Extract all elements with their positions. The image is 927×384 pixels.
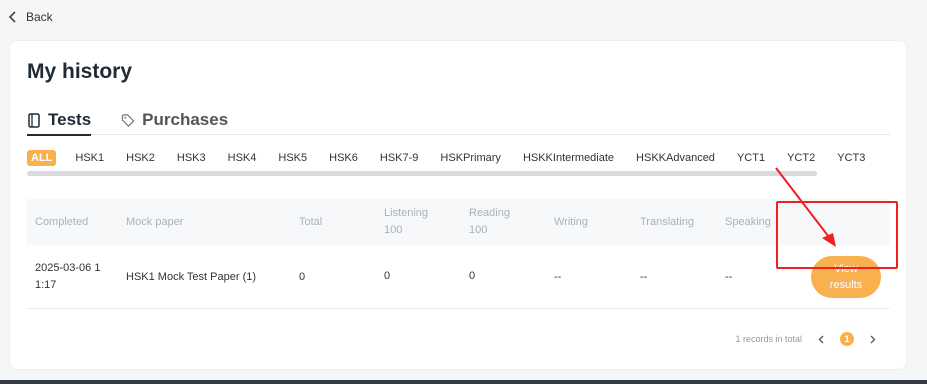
level-filter-hsk7-9[interactable]: HSK7-9: [369, 152, 430, 164]
header-speaking: Speaking: [725, 216, 771, 228]
header-reading-label: Reading: [469, 207, 510, 219]
view-results-label-line2: results: [829, 278, 863, 291]
level-filter-hskkintermediate[interactable]: HSKKIntermediate: [512, 152, 625, 164]
level-filter-hsk4[interactable]: HSK4: [217, 152, 268, 164]
level-filter-hsk1[interactable]: HSK1: [64, 152, 115, 164]
header-writing: Writing: [554, 216, 589, 228]
level-filter-yct1[interactable]: YCT1: [726, 152, 776, 164]
back-label: Back: [26, 10, 53, 24]
pagination: 1 records in total 1: [735, 332, 880, 346]
cell-reading: 0: [469, 270, 476, 282]
cell-writing: --: [554, 270, 562, 283]
page-title: My history: [27, 60, 133, 83]
bottom-edge: [0, 380, 927, 384]
cell-completed-line1: 2025-03-06 1: [35, 261, 101, 274]
tab-bar: Tests Purchases: [27, 105, 890, 136]
header-reading: Reading 100: [461, 205, 546, 239]
cell-action: View results: [802, 255, 890, 298]
history-card: My history Tests Purchases ALL HSK1 HSK2…: [9, 40, 907, 370]
header-completed: Completed: [35, 215, 89, 228]
tab-tests-label: Tests: [48, 110, 92, 129]
cell-completed: 2025-03-06 1 1:17: [27, 260, 118, 294]
header-total: Total: [299, 216, 323, 228]
table-row: 2025-03-06 1 1:17 HSK1 Mock Test Paper (…: [27, 245, 890, 309]
back-button[interactable]: Back: [8, 10, 53, 24]
header-mock-paper: Mock paper: [126, 216, 184, 228]
level-filter-yct2[interactable]: YCT2: [776, 152, 826, 164]
level-filter-hsk2[interactable]: HSK2: [115, 152, 166, 164]
cell-listening: 0: [384, 270, 391, 282]
cell-translating: --: [640, 270, 648, 283]
level-filter-hsk3[interactable]: HSK3: [166, 152, 217, 164]
cell-completed-line2: 1:17: [35, 278, 57, 291]
level-filter-hsk6[interactable]: HSK6: [318, 152, 369, 164]
header-translating: Translating: [640, 216, 695, 228]
level-filter-scrollbar[interactable]: [27, 171, 817, 176]
tag-icon: [121, 113, 135, 127]
cell-mock-paper: HSK1 Mock Test Paper (1): [126, 270, 257, 283]
next-page-button[interactable]: [866, 332, 880, 346]
page-number[interactable]: 1: [840, 332, 854, 346]
view-results-button[interactable]: View results: [811, 255, 881, 298]
cell-total: 0: [299, 270, 306, 283]
header-listening-max: 100: [384, 224, 403, 236]
level-filter-bar: ALL HSK1 HSK2 HSK3 HSK4 HSK5 HSK6 HSK7-9…: [27, 149, 890, 167]
header-listening-label: Listening: [384, 207, 429, 219]
level-filter-hsk5[interactable]: HSK5: [267, 152, 318, 164]
header-listening: Listening 100: [376, 205, 461, 239]
tab-purchases[interactable]: Purchases: [121, 105, 228, 135]
chevron-right-icon: [870, 335, 876, 343]
level-filter-hskkadvanced[interactable]: HSKKAdvanced: [625, 152, 726, 164]
records-total: 1 records in total: [735, 334, 802, 344]
prev-page-button[interactable]: [814, 332, 828, 346]
header-reading-max: 100: [469, 224, 488, 236]
chevron-left-icon: [8, 11, 16, 23]
level-filter-hskprimary[interactable]: HSKPrimary: [429, 152, 512, 164]
table-header: Completed Mock paper Total Listening 100…: [27, 199, 890, 245]
history-table: Completed Mock paper Total Listening 100…: [27, 199, 890, 309]
level-filter-yct3[interactable]: YCT3: [826, 152, 876, 164]
level-filter-all[interactable]: ALL: [27, 150, 57, 166]
book-icon: [28, 112, 40, 128]
cell-speaking: --: [725, 270, 733, 283]
chevron-left-icon: [818, 335, 824, 343]
tab-tests[interactable]: Tests: [27, 105, 92, 136]
view-results-label-line1: View: [834, 262, 858, 275]
tab-purchases-label: Purchases: [142, 110, 229, 129]
